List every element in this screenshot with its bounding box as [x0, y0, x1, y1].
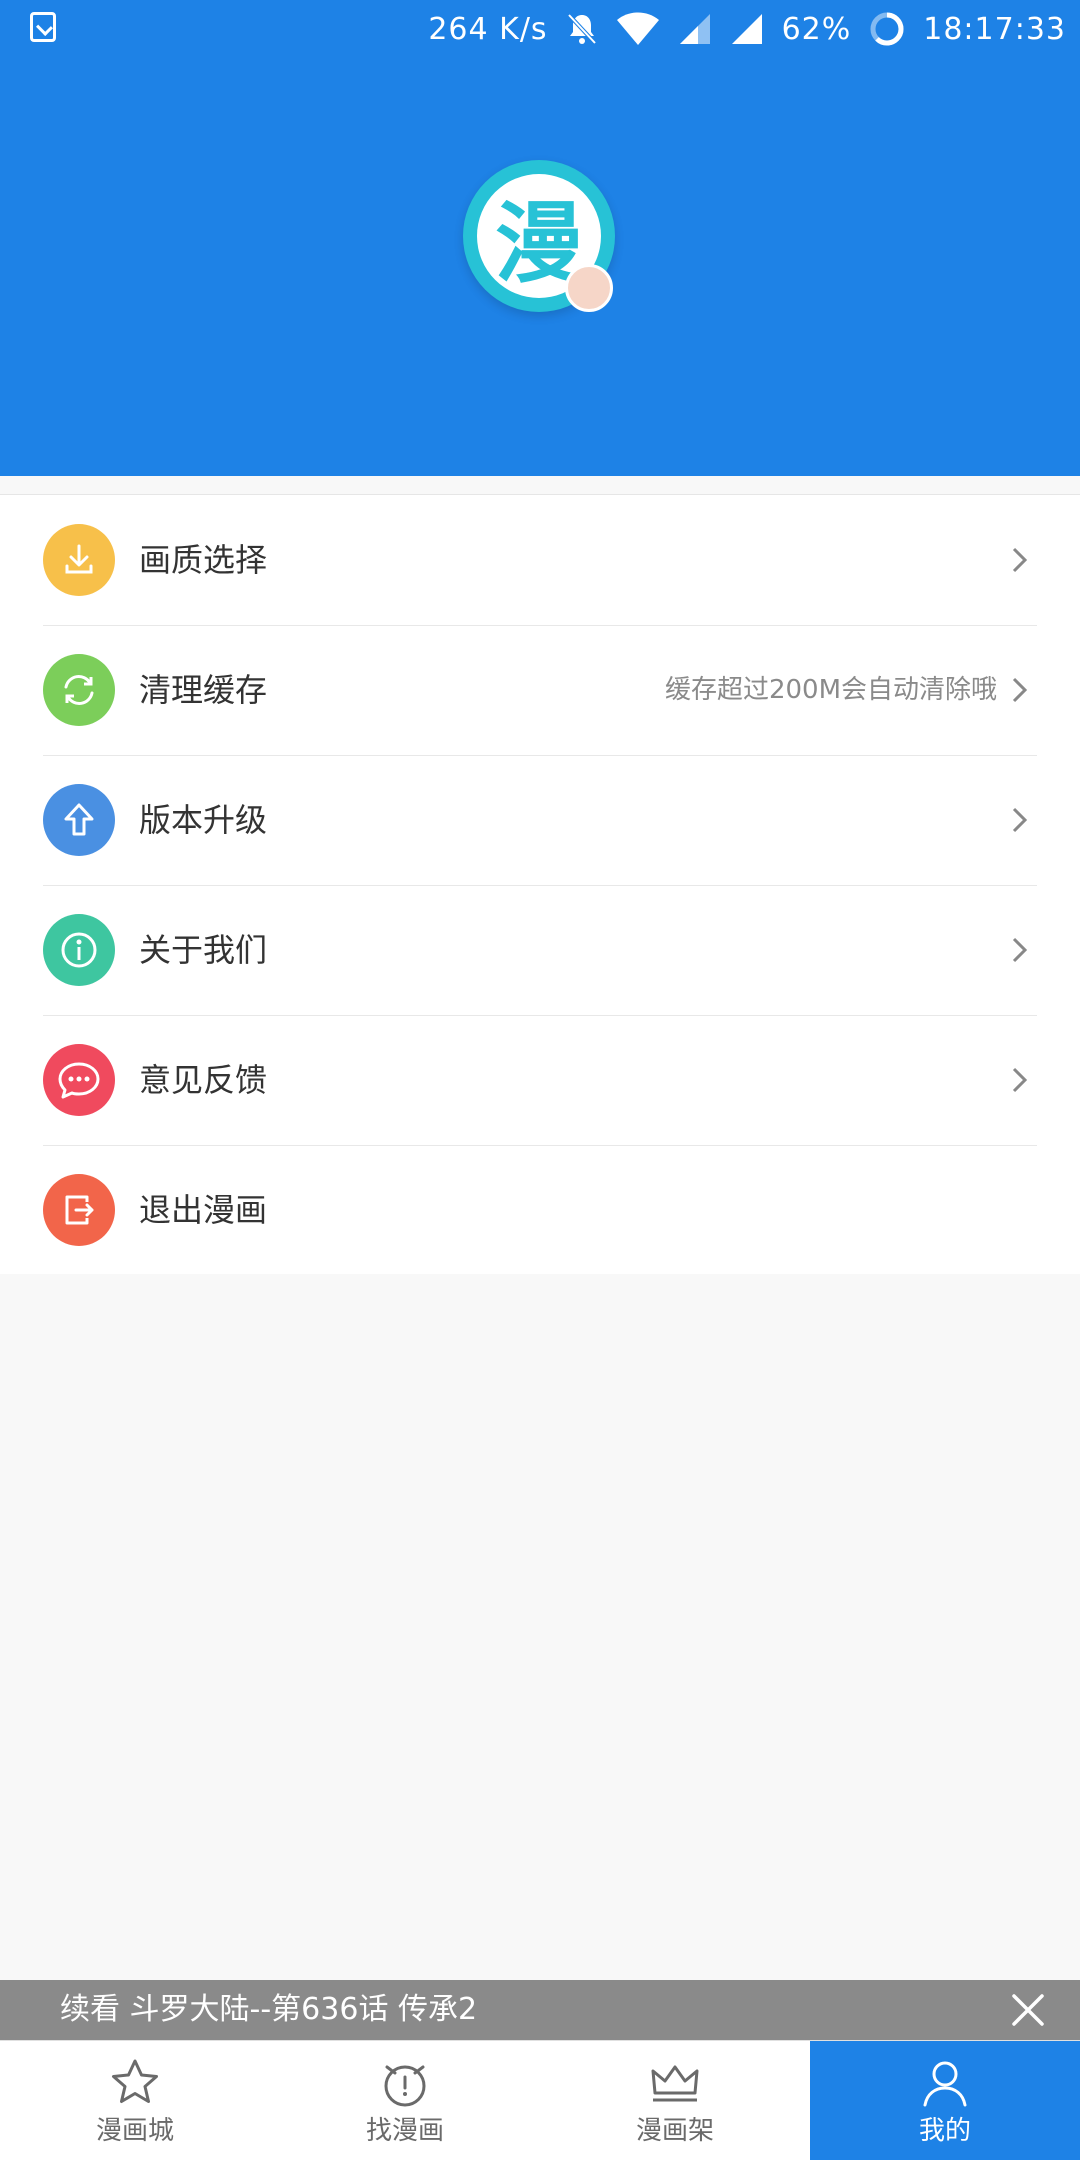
tab-label: 漫画城 [95, 2116, 174, 2146]
star-icon [112, 2059, 158, 2103]
chevron-right-icon [1012, 1067, 1028, 1093]
tab-bookshelf[interactable]: 漫画架 [540, 2041, 810, 2160]
clock: 18:17:33 [923, 11, 1066, 47]
menu-item-quality[interactable]: 画质选择 [0, 495, 1080, 625]
battery-ring-icon [869, 11, 905, 47]
signal-icon-2 [730, 12, 764, 46]
chevron-right-icon [1012, 547, 1028, 573]
bell-muted-icon [566, 12, 598, 46]
tab-comic-city[interactable]: 漫画城 [0, 2041, 270, 2160]
menu-label: 画质选择 [139, 541, 268, 579]
menu-label: 退出漫画 [139, 1191, 268, 1229]
download-notification-icon [30, 12, 56, 42]
status-bar: 264 K/s 62% 18:17:33 [0, 0, 1080, 58]
settings-menu: 画质选择 清理缓存 缓存超过200M会自动清除哦 版本升级 关于我们 意见反馈 … [0, 494, 1080, 1274]
chevron-right-icon [1012, 677, 1028, 703]
close-icon[interactable] [1006, 1988, 1050, 2032]
upload-arrow-icon [43, 784, 115, 856]
menu-item-upgrade[interactable]: 版本升级 [0, 755, 1080, 885]
person-icon [923, 2061, 967, 2107]
profile-header: 264 K/s 62% 18:17:33 漫 [0, 0, 1080, 476]
menu-item-about[interactable]: 关于我们 [0, 885, 1080, 1015]
mascot-avatar [565, 264, 613, 312]
compass-icon [384, 2065, 426, 2107]
tab-mine[interactable]: 我的 [810, 2041, 1080, 2160]
tab-label: 我的 [918, 2116, 971, 2146]
menu-label: 关于我们 [139, 931, 268, 969]
download-icon [43, 524, 115, 596]
menu-label: 意见反馈 [139, 1061, 268, 1099]
refresh-icon [43, 654, 115, 726]
app-logo[interactable]: 漫 [463, 160, 615, 312]
menu-item-clear-cache[interactable]: 清理缓存 缓存超过200M会自动清除哦 [0, 625, 1080, 755]
screen: 264 K/s 62% 18:17:33 漫 画质选择 清理缓存 缓存超过200… [0, 0, 1080, 2160]
tab-find-comic[interactable]: 找漫画 [270, 2041, 540, 2160]
battery-percent: 62% [781, 11, 852, 47]
continue-reading-bar[interactable]: 续看 斗罗大陆--第636话 传承2 [0, 1980, 1080, 2040]
menu-item-logout[interactable]: 退出漫画 [0, 1145, 1080, 1275]
chat-bubble-icon [43, 1044, 115, 1116]
wifi-icon [616, 12, 660, 46]
status-right: 264 K/s 62% 18:17:33 [428, 8, 1066, 50]
menu-label: 清理缓存 [139, 671, 268, 709]
logout-icon [43, 1174, 115, 1246]
bottom-nav: 漫画城 找漫画 漫画架 我的 [0, 2040, 1080, 2160]
tab-label: 找漫画 [365, 2116, 444, 2146]
cache-hint: 缓存超过200M会自动清除哦 [664, 675, 997, 705]
tab-label: 漫画架 [635, 2116, 714, 2146]
menu-label: 版本升级 [139, 801, 268, 839]
network-speed: 264 K/s [428, 11, 548, 47]
crown-icon [651, 2065, 699, 2102]
signal-icon-1 [678, 12, 712, 46]
menu-item-feedback[interactable]: 意见反馈 [0, 1015, 1080, 1145]
chevron-right-icon [1012, 937, 1028, 963]
chevron-right-icon [1012, 807, 1028, 833]
continue-reading-text: 续看 斗罗大陆--第636话 传承2 [60, 1992, 478, 2027]
info-icon [43, 914, 115, 986]
